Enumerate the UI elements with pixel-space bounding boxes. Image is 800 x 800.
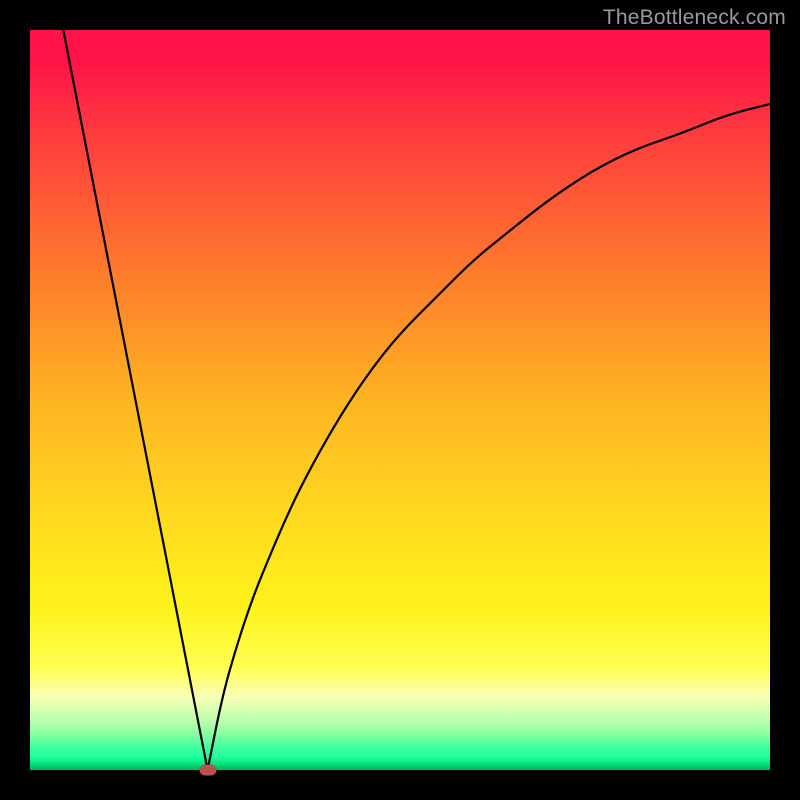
plot-area	[30, 30, 770, 770]
optimum-marker	[199, 765, 216, 776]
curve-svg	[30, 30, 770, 770]
chart-frame: TheBottleneck.com	[0, 0, 800, 800]
bottleneck-curve	[63, 30, 770, 770]
watermark-text: TheBottleneck.com	[603, 6, 786, 30]
